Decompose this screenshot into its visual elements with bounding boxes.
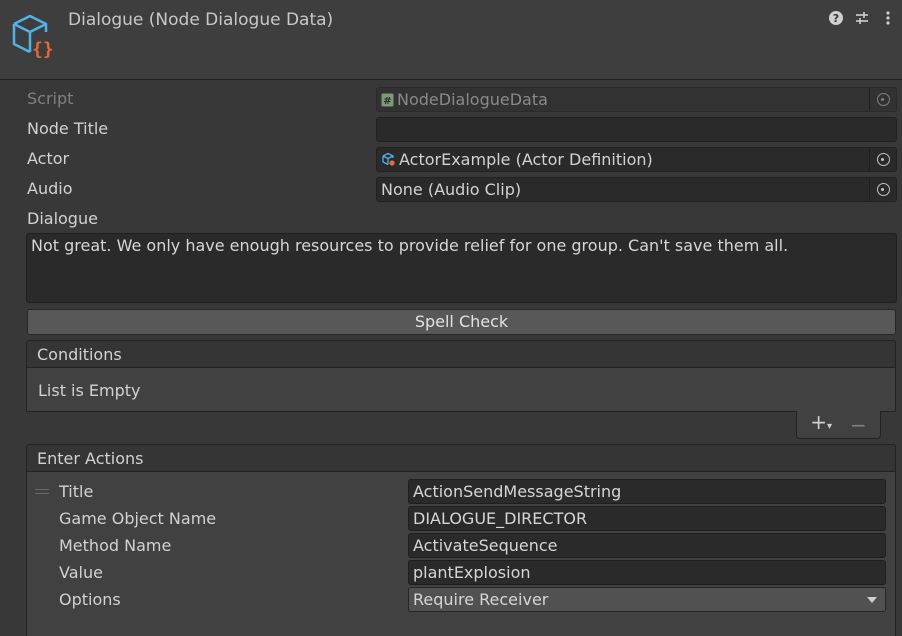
actor-asset-icon [382,152,395,166]
inspector-title: Dialogue (Node Dialogue Data) [68,10,334,30]
help-icon[interactable]: ? [828,10,844,28]
add-item-button[interactable]: +▾ [810,412,832,437]
actor-label: Actor [27,149,70,168]
value-input[interactable]: plantExplosion [408,560,886,585]
kebab-menu-icon[interactable] [880,10,896,28]
node-title-label: Node Title [27,119,109,138]
audio-value: None (Audio Clip) [381,180,522,199]
game-object-name-input[interactable]: DIALOGUE_DIRECTOR [408,506,886,531]
dropdown-caret-icon [867,597,877,603]
inspector-header: {} Dialogue (Node Dialogue Data) ? [0,0,902,80]
svg-text:?: ? [833,12,839,25]
options-value: Require Receiver [413,590,549,609]
actor-value: ActorExample (Actor Definition) [399,150,653,169]
game-object-name-label: Game Object Name [59,509,217,528]
value-label: Value [59,563,103,582]
plus-icon: + [810,410,827,434]
remove-item-button[interactable]: − [850,415,867,435]
drag-handle-icon[interactable] [35,489,49,497]
conditions-empty-text: List is Empty [38,381,141,400]
conditions-list-body [26,368,896,412]
dropdown-arrow-icon: ▾ [826,421,833,432]
conditions-header[interactable]: Conditions [26,340,896,368]
action-title-input[interactable]: ActionSendMessageString [408,479,886,504]
preset-icon[interactable] [854,10,870,28]
header-tools: ? [828,10,896,28]
svg-text:#: # [383,96,391,107]
options-label: Options [59,590,121,609]
dialogue-label: Dialogue [27,209,98,228]
method-name-input[interactable]: ActivateSequence [408,533,886,558]
object-picker-icon[interactable] [869,178,896,201]
conditions-footer: +▾ − [796,411,881,439]
audio-row: Audio [27,175,72,203]
method-name-label: Method Name [59,536,172,555]
actor-row: Actor [27,145,69,173]
audio-field[interactable]: None (Audio Clip) [376,177,897,202]
cs-script-icon: # [381,93,394,107]
svg-text:{}: {} [32,39,54,58]
script-field: # NodeDialogueData [376,87,897,112]
dialogue-textarea[interactable]: Not great. We only have enough resources… [26,233,897,303]
enter-actions-header[interactable]: Enter Actions [26,444,896,472]
script-row: Script [27,85,73,113]
scriptable-object-icon: {} [12,14,54,58]
node-title-row: Node Title [27,115,108,143]
object-picker-icon [869,88,896,111]
actor-field[interactable]: ActorExample (Actor Definition) [376,147,897,172]
options-dropdown[interactable]: Require Receiver [408,587,886,612]
node-title-input[interactable] [376,117,897,142]
spell-check-button[interactable]: Spell Check [27,309,896,335]
action-title-label: Title [59,482,94,501]
object-picker-icon[interactable] [869,148,896,171]
script-value: NodeDialogueData [397,90,548,109]
audio-label: Audio [27,179,73,198]
dialogue-row: Dialogue [27,205,98,233]
script-label: Script [27,89,74,108]
